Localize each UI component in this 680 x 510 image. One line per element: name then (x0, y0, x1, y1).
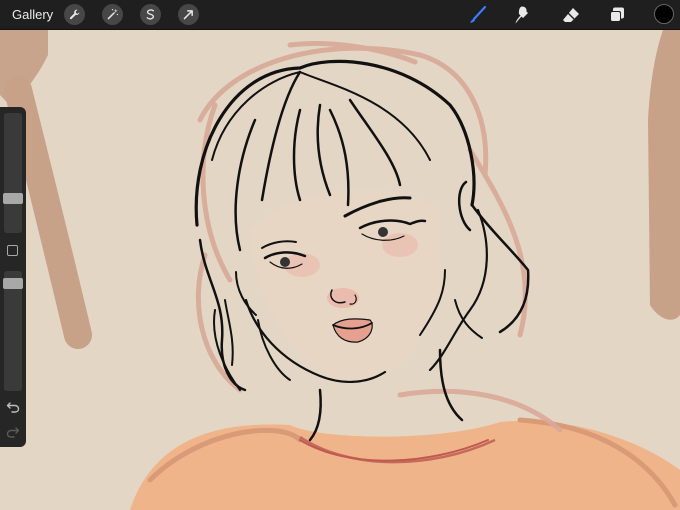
wrench-icon[interactable] (64, 4, 85, 25)
drawing-canvas[interactable] (0, 30, 680, 510)
eraser-icon[interactable] (560, 4, 582, 26)
brush-icon[interactable] (467, 4, 489, 26)
top-toolbar: Gallery (0, 0, 680, 30)
selection-icon[interactable] (140, 4, 161, 25)
transform-arrow-icon[interactable] (178, 4, 199, 25)
redo-icon[interactable] (6, 425, 20, 439)
undo-icon[interactable] (6, 400, 20, 414)
gallery-button[interactable]: Gallery (12, 7, 53, 22)
color-swatch[interactable] (654, 4, 674, 24)
smudge-icon[interactable] (512, 4, 534, 26)
brush-size-slider-thumb[interactable] (3, 193, 23, 204)
opacity-slider-thumb[interactable] (3, 278, 23, 289)
opacity-slider[interactable] (4, 271, 22, 391)
magic-wand-icon[interactable] (102, 4, 123, 25)
layers-icon[interactable] (606, 4, 628, 26)
brush-size-slider[interactable] (4, 113, 22, 233)
modify-square-icon[interactable] (7, 245, 18, 256)
left-sidebar (0, 107, 26, 447)
